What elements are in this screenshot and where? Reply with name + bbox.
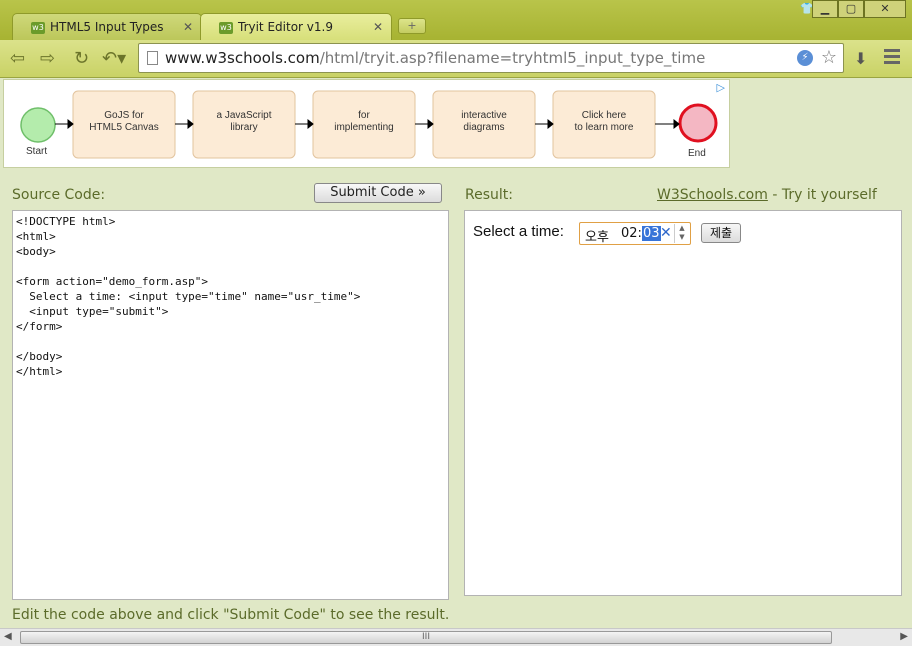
close-window-button[interactable]: ✕ (864, 0, 906, 18)
new-tab-button[interactable]: + (398, 18, 426, 34)
time-minute[interactable]: 03 (642, 226, 661, 241)
tab-label: HTML5 Input Types (50, 20, 164, 34)
horizontal-scrollbar[interactable]: ◀ III ▶ (0, 628, 912, 646)
browser-titlebar: w3 HTML5 Input Types ✕ w3 Tryit Editor v1.… (0, 0, 912, 40)
tab-tryit-editor[interactable]: w3 Tryit Editor v1.9 ✕ (200, 13, 392, 40)
address-bar[interactable]: www.w3schools.com/html/tryit.asp?filenam… (138, 43, 844, 73)
scroll-right-icon[interactable]: ▶ (900, 631, 908, 642)
start-label: Start (26, 146, 48, 157)
window-controls: ▁ ▢ ✕ (812, 0, 906, 18)
step-label: a JavaScript library (216, 110, 272, 133)
adchoices-icon[interactable]: ▷ (717, 81, 725, 94)
browser-toolbar: ⇦ ⇨ ↻ ↶▾ www.w3schools.com/html/tryit.as… (0, 40, 912, 78)
end-node (678, 103, 718, 143)
tab-close-icon[interactable]: ✕ (373, 14, 383, 40)
step-label: for implementing (334, 110, 394, 133)
menu-icon[interactable] (884, 49, 900, 67)
forward-arrow-icon[interactable]: ⇨ (40, 48, 55, 69)
submit-code-button[interactable]: Submit Code » (314, 183, 442, 203)
end-label: End (688, 148, 706, 159)
page-icon (147, 51, 158, 65)
clear-icon[interactable]: ✕ (660, 225, 672, 241)
time-hour[interactable]: 02: (621, 226, 642, 241)
result-frame: Select a time: 오후 02: 03 ✕ ▲ ▼ 제출 (464, 210, 902, 596)
scrollbar-thumb[interactable]: III (20, 631, 832, 644)
address-url[interactable]: www.w3schools.com/html/tryit.asp?filenam… (165, 49, 705, 67)
step-label: Click here to learn more (574, 110, 634, 133)
minimize-button[interactable]: ▁ (812, 0, 838, 18)
w3schools-link[interactable]: W3Schools.com (657, 187, 768, 203)
source-code-title: Source Code: (12, 187, 106, 203)
tab-html5-input-types[interactable]: w3 HTML5 Input Types ✕ (12, 13, 202, 40)
tab-label: Tryit Editor v1.9 (238, 20, 333, 34)
submit-button[interactable]: 제출 (701, 223, 741, 243)
bookmark-star-icon[interactable]: ☆ (821, 47, 837, 68)
step-label: interactive diagrams (461, 110, 507, 133)
scroll-left-icon[interactable]: ◀ (4, 631, 12, 642)
ad-banner[interactable]: Start End GoJS for HTML5 Canvas a JavaScr… (3, 79, 730, 168)
reload-icon[interactable]: ↻ (74, 48, 89, 69)
start-node (20, 107, 56, 143)
time-input[interactable]: 오후 02: 03 ✕ ▲ ▼ (579, 222, 691, 245)
time-label: Select a time: (473, 223, 564, 240)
back-arrow-icon[interactable]: ⇦ (10, 48, 25, 69)
w3-favicon-icon: w3 (219, 21, 233, 34)
download-icon[interactable]: ⬇ (854, 49, 867, 68)
code-editor[interactable]: <!DOCTYPE html> <html> <body> <form acti… (12, 210, 449, 600)
undo-dropdown-icon[interactable]: ↶▾ (102, 48, 126, 69)
time-ampm[interactable]: 오후 (585, 226, 609, 245)
result-title: Result: (465, 187, 513, 203)
extension-icon[interactable]: ⚡ (797, 50, 813, 66)
w3-favicon-icon: w3 (31, 21, 45, 34)
time-spinner[interactable]: ▲ ▼ (674, 224, 689, 243)
editor-hint: Edit the code above and click "Submit Co… (12, 607, 450, 623)
maximize-button[interactable]: ▢ (838, 0, 864, 18)
step-label: GoJS for HTML5 Canvas (89, 110, 159, 133)
try-it-yourself-caption: W3Schools.com - Try it yourself (657, 187, 877, 203)
tab-close-icon[interactable]: ✕ (183, 14, 193, 40)
